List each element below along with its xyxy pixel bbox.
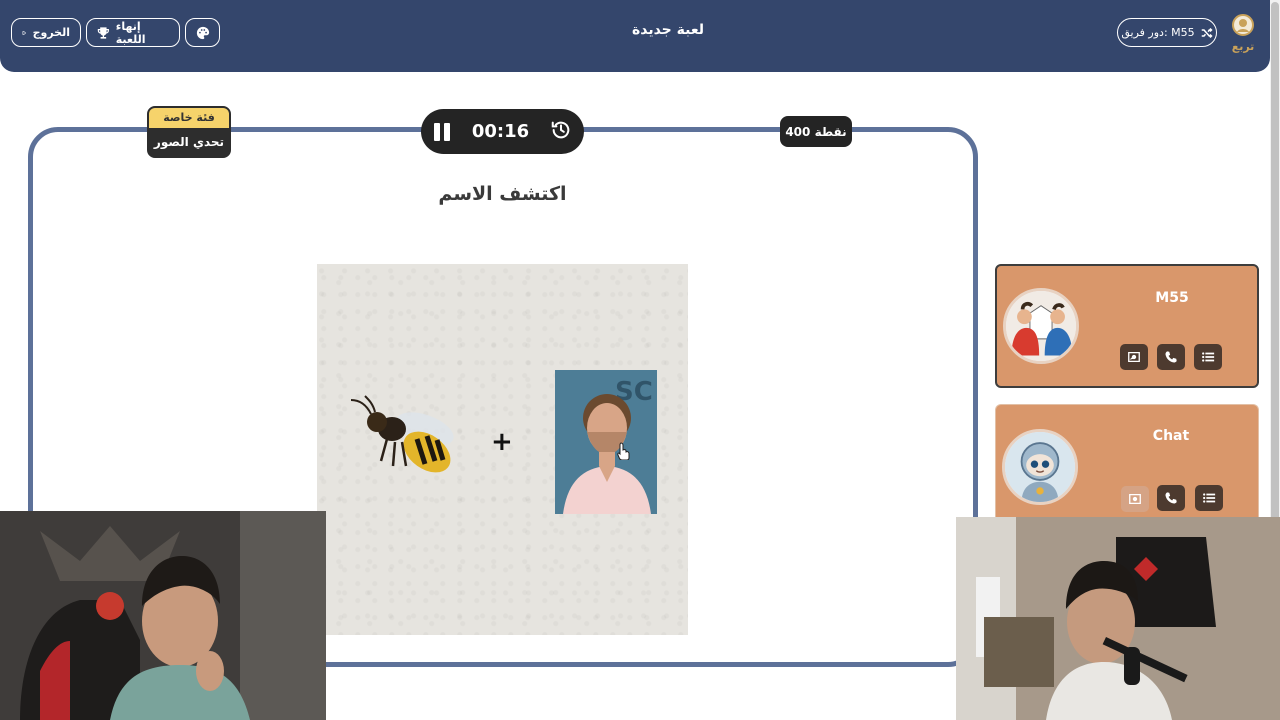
trophy-icon: [97, 26, 109, 39]
points-badge: 400 نقطة: [780, 116, 852, 147]
category-badge: فئة خاصة تحدي الصور: [147, 106, 231, 158]
photo-tool-button[interactable]: [1120, 344, 1148, 370]
team-card-m55[interactable]: M55: [995, 264, 1259, 388]
call-tool-button[interactable]: [1157, 344, 1185, 370]
game-title: لعبة جديدة: [631, 22, 705, 38]
call-tool-button[interactable]: [1157, 485, 1185, 511]
bee-image: [350, 395, 454, 473]
end-game-button[interactable]: إنهاء اللعبة: [86, 18, 180, 47]
plus-sign: +: [491, 427, 513, 457]
team-name: M55: [1155, 290, 1189, 306]
pause-icon[interactable]: [433, 122, 451, 141]
timer-value: 00:16: [471, 121, 530, 142]
shuffle-icon: [1201, 27, 1213, 38]
category-name: تحدي الصور: [153, 135, 225, 149]
team-card-chat[interactable]: Chat: [995, 404, 1259, 518]
exit-button[interactable]: الخروج: [11, 18, 81, 47]
history-icon[interactable]: [550, 119, 572, 145]
photo-icon: [1129, 493, 1141, 505]
logo-text: تربع: [1232, 40, 1255, 53]
photo-tool-button[interactable]: [1121, 486, 1149, 512]
app-logo[interactable]: تربع: [1228, 12, 1258, 54]
end-game-label: إنهاء اللعبة: [115, 19, 146, 46]
list-tool-button[interactable]: [1194, 344, 1222, 370]
turn-label: دور فريق: M55: [1121, 26, 1195, 39]
category-type: فئة خاصة: [149, 108, 229, 128]
team-name: Chat: [1152, 428, 1190, 444]
photo-icon: [1128, 351, 1140, 363]
timer: 00:16: [421, 109, 584, 154]
cursor-icon: [617, 442, 630, 460]
exit-icon: [22, 30, 26, 35]
palette-icon: [196, 26, 209, 39]
team-avatar: [1003, 288, 1079, 364]
list-tool-button[interactable]: [1195, 485, 1223, 511]
phone-icon: [1165, 492, 1177, 504]
team-avatar: [1002, 429, 1078, 505]
switch-turn-button[interactable]: دور فريق: M55: [1117, 18, 1217, 47]
theme-button[interactable]: [185, 18, 220, 47]
phone-icon: [1165, 351, 1177, 363]
list-icon: [1202, 352, 1215, 362]
question-text: اكتشف الاسم: [438, 183, 567, 205]
person-photo: SC: [555, 370, 657, 514]
webcam-right: [956, 517, 1280, 720]
webcam-left: [0, 511, 326, 720]
top-bar: الخروج إنهاء اللعبة لعبة جديدة دور فريق:…: [0, 0, 1270, 72]
puzzle-image: + SC: [317, 264, 688, 635]
exit-label: الخروج: [32, 26, 70, 39]
list-icon: [1203, 493, 1216, 503]
